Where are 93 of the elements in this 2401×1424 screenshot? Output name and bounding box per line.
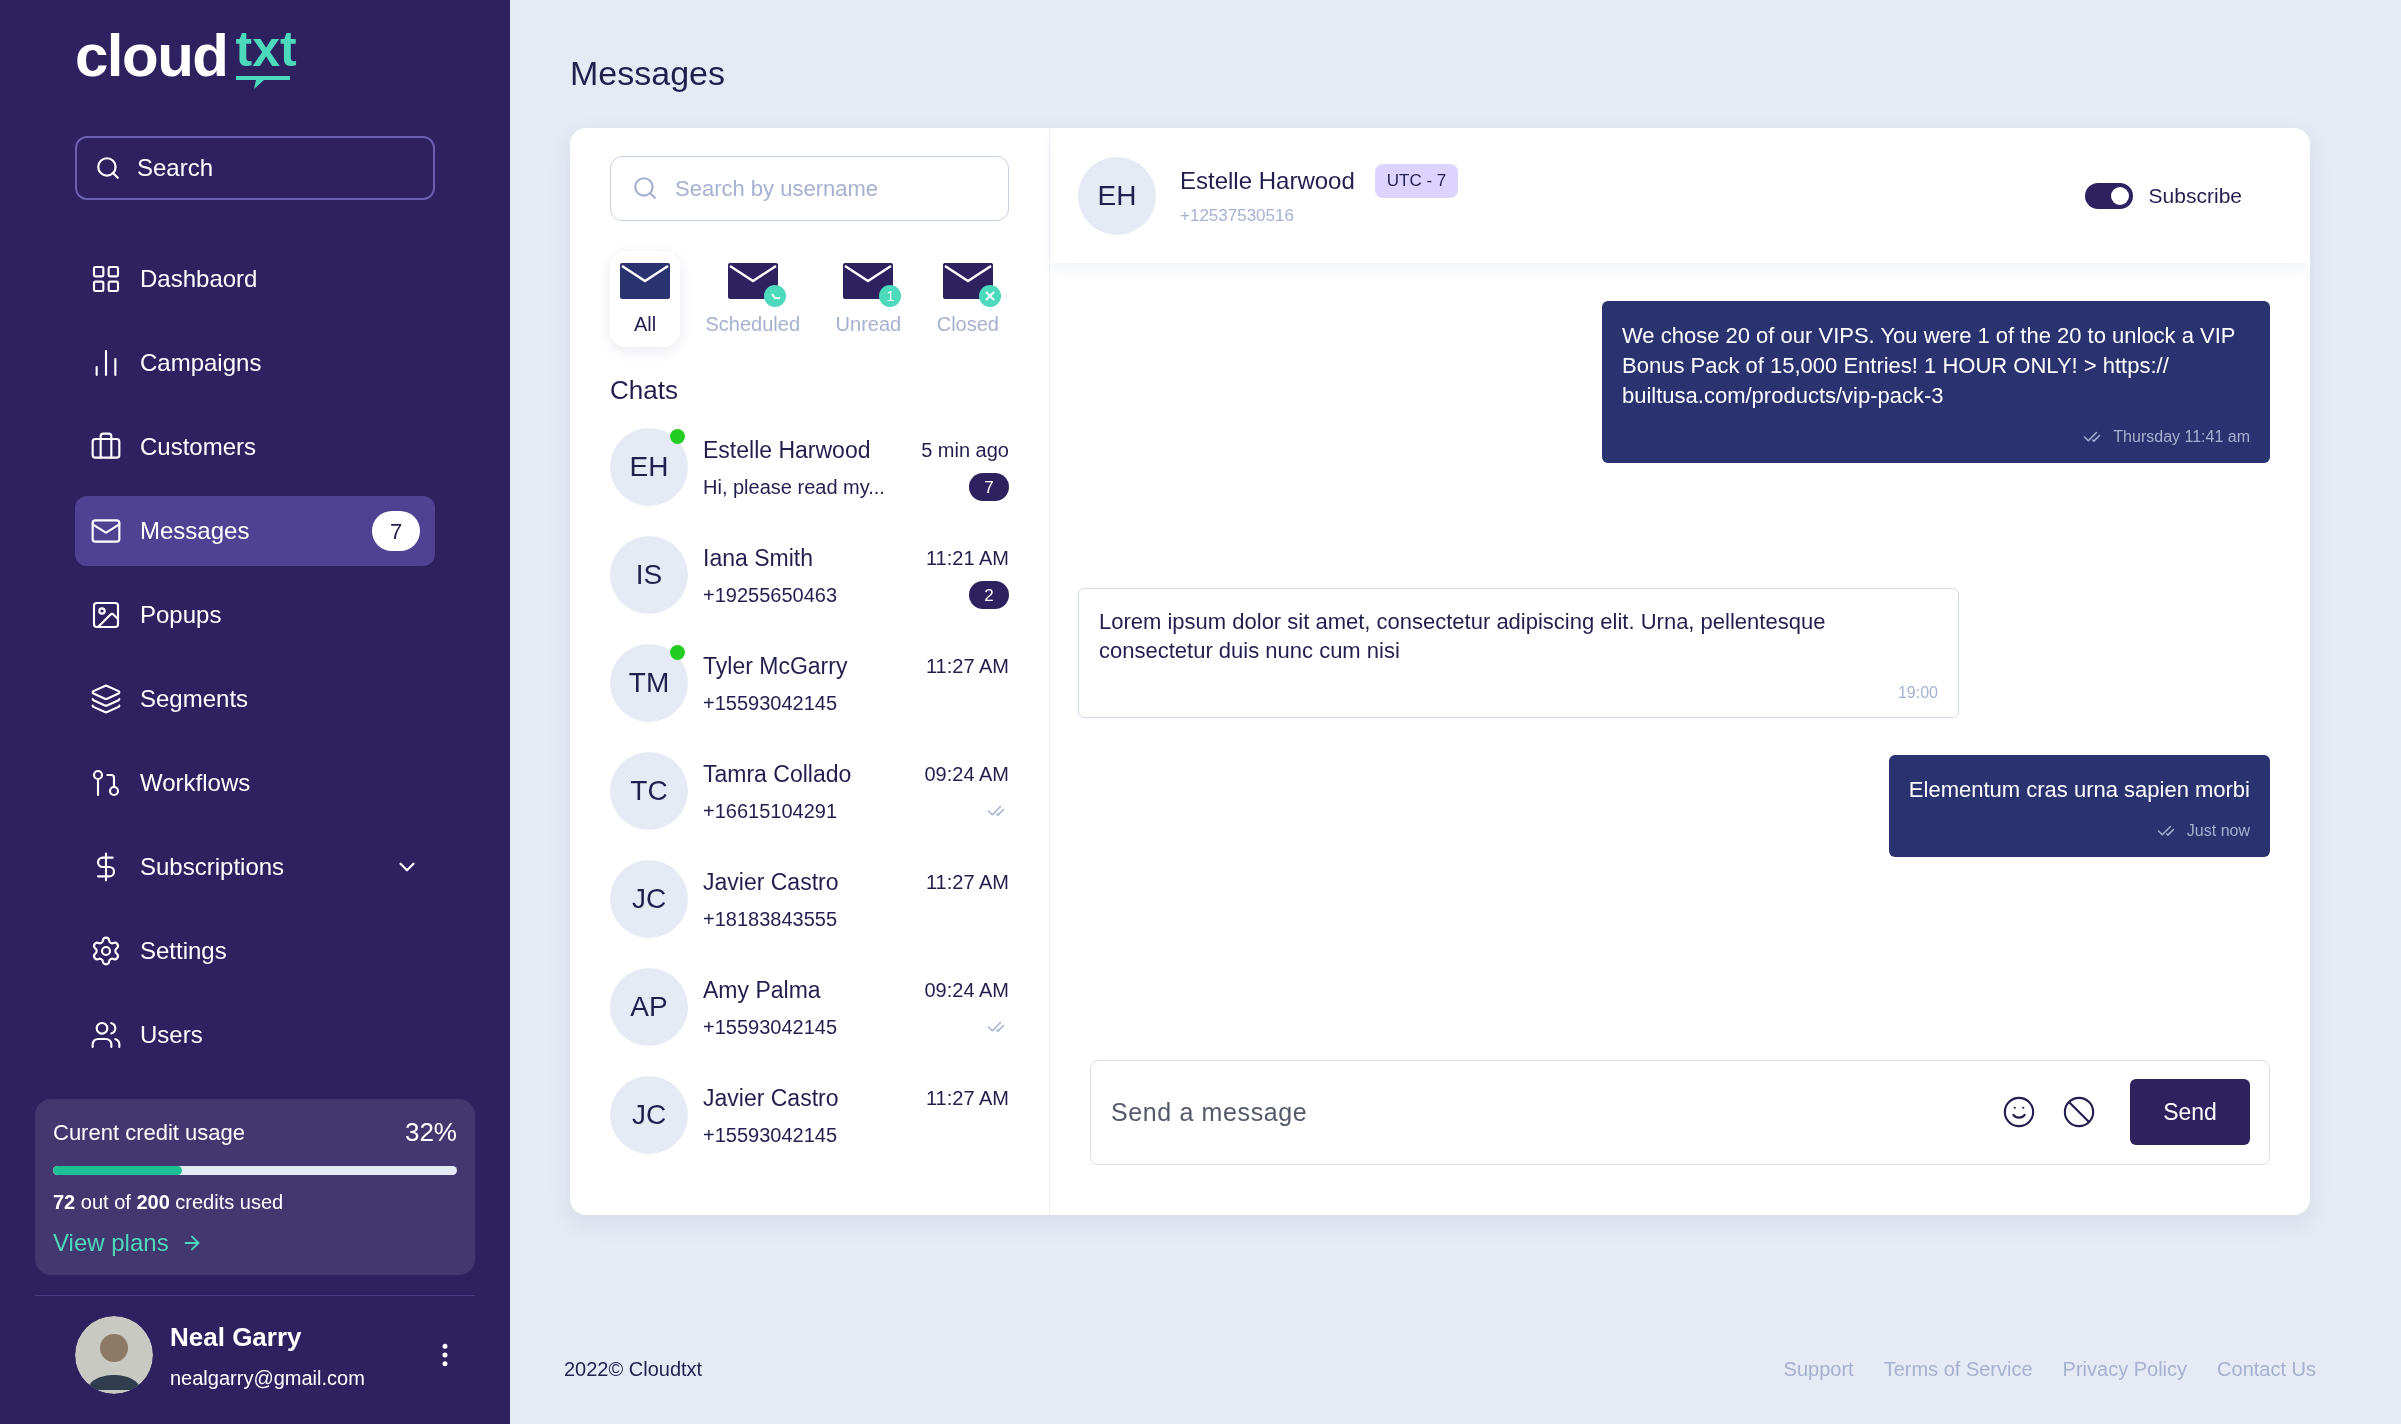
chat-item[interactable]: TM Tyler McGarry 11:27 AM +15593042145 (610, 644, 1009, 722)
chat-name: Amy Palma (703, 975, 821, 1005)
chats-heading: Chats (610, 374, 679, 407)
nav-item[interactable]: Campaigns (75, 328, 435, 398)
nav-item[interactable]: Workflows (75, 748, 435, 818)
chat-name: Estelle Harwood (703, 435, 871, 465)
avatar: IS (610, 536, 688, 614)
image-icon (90, 599, 122, 631)
unread-badge: 7 (969, 473, 1009, 502)
filter-tab[interactable]: All (610, 251, 680, 347)
chat-item[interactable]: JC Javier Castro 11:27 AM +18183843555 (610, 860, 1009, 938)
count-badge: 1 (879, 285, 902, 307)
search-icon (632, 175, 658, 201)
credit-percent: 32% (404, 1116, 457, 1149)
nav-item[interactable]: Settings (75, 916, 435, 986)
branch-icon (90, 767, 122, 799)
users-icon (90, 1019, 122, 1051)
chat-detail: +15593042145 (703, 1015, 838, 1041)
grid-icon (90, 263, 122, 295)
chat-name: Javier Castro (703, 867, 839, 897)
chat-time: 11:27 AM (925, 870, 1009, 895)
envelope-icon (942, 263, 993, 299)
chat-time: 5 min ago (921, 438, 1009, 463)
chat-item[interactable]: TC Tamra Collado 09:24 AM +16615104291 (610, 752, 1009, 830)
logo-accent-text: txt (235, 24, 297, 74)
clock-badge-icon (763, 285, 786, 307)
chat-detail: +15593042145 (703, 1123, 838, 1149)
message-time: Just now (2186, 821, 2250, 841)
chat-name: Tyler McGarry (703, 651, 848, 681)
nav-item[interactable]: Users (75, 1000, 435, 1070)
chat-time: 09:24 AM (924, 762, 1009, 787)
chat-item[interactable]: EH Estelle Harwood 5 min ago Hi, please read my... 7 (610, 428, 1009, 506)
user-email: nealgarry@gmail.com (170, 1365, 366, 1391)
search-icon (95, 155, 121, 181)
user-name: Neal Garry (170, 1320, 303, 1354)
chat-time: 11:21 AM (925, 546, 1009, 571)
envelope-icon (620, 263, 670, 299)
message-text: We chose 20 of our VIPS. You were 1 of the 20 to unlock a VIP Bonus Pack of 15,000 Entries! 1 HOUR ONLY! > https:// builtusa.com/products/vip-pack-3 (1622, 322, 2237, 410)
send-button[interactable]: Send (2130, 1079, 2250, 1145)
avatar: TC (610, 752, 688, 830)
avatar: JC (610, 860, 688, 938)
chat-time: 11:27 AM (925, 1086, 1009, 1111)
view-plans-link[interactable]: View plans (53, 1225, 203, 1261)
emoji-icon[interactable] (2002, 1095, 2036, 1129)
credit-title: Curent credit usage (53, 1119, 245, 1147)
chat-name: Tamra Collado (703, 759, 852, 789)
chat-detail: Hi, please read my... (703, 475, 885, 501)
logo-text: cloud (75, 26, 228, 86)
chat-time: 09:24 AM (924, 978, 1009, 1003)
chat-detail: +16615104291 (703, 799, 838, 825)
nav-item[interactable]: Subscriptions (75, 832, 435, 902)
chat-name: Javier Castro (703, 1083, 839, 1113)
avatar: TM (610, 644, 688, 722)
envelope-icon (727, 263, 778, 299)
search-field[interactable]: Search (75, 136, 435, 200)
block-icon[interactable] (2062, 1095, 2096, 1129)
chat-name: Iana Smith (703, 543, 813, 573)
avatar: EH (1078, 156, 1156, 235)
chat-item[interactable]: JC Javier Castro 11:27 AM +15593042145 (610, 1076, 1009, 1154)
timezone-tag: UTC - 7 (1374, 164, 1459, 198)
contact-name: Estelle Harwood (1180, 165, 1355, 196)
message-time: Thursday 11:41 am (2113, 427, 2250, 447)
subscribe-label: Subscribe (2148, 182, 2242, 209)
count-badge: 7 (372, 511, 420, 551)
close-badge-icon (978, 285, 1001, 307)
username-search-field[interactable]: Search by username (610, 156, 1009, 221)
chat-time: 11:27 AM (925, 654, 1009, 679)
message-text: Elementum cras urna sapien morbi (1908, 776, 2250, 804)
unread-badge: 2 (969, 581, 1009, 610)
page-title: Messages (570, 53, 726, 94)
nav-item[interactable]: Segments (75, 664, 435, 734)
nav-item[interactable]: Popups (75, 580, 435, 650)
chat-detail: +19255650463 (703, 583, 838, 609)
chat-item[interactable]: IS Iana Smith 11:21 AM +19255650463 2 (610, 536, 1009, 614)
settings-icon (90, 935, 122, 967)
subscribe-toggle[interactable] (2084, 182, 2133, 209)
nav-item[interactable]: Customers (75, 412, 435, 482)
avatar: EH (610, 428, 688, 506)
message-text: Lorem ipsum dolor sit amet, consectetur adipiscing elit. Urna, pellentesque consectetur duis nunc cum nisi (1099, 608, 1827, 665)
speech-bubble-icon (235, 74, 290, 90)
credit-summary: 72 out of 200 credits used (53, 1190, 285, 1215)
envelope-icon (843, 263, 894, 299)
avatar: AP (610, 968, 688, 1046)
contact-phone: +12537530516 (1180, 204, 1295, 227)
chat-item[interactable]: AP Amy Palma 09:24 AM +15593042145 (610, 968, 1009, 1046)
nav-item[interactable]: Messages 7 (75, 496, 435, 566)
layers-icon (90, 683, 122, 715)
chat-detail: +18183843555 (703, 907, 838, 933)
nav-item[interactable]: Dashbaord (75, 244, 435, 314)
message-time: 19:00 (1897, 683, 1938, 703)
chat-detail: +15593042145 (703, 691, 838, 717)
avatar: JC (610, 1076, 688, 1154)
copyright-text: 2022© Cloudtxt (564, 1357, 703, 1382)
